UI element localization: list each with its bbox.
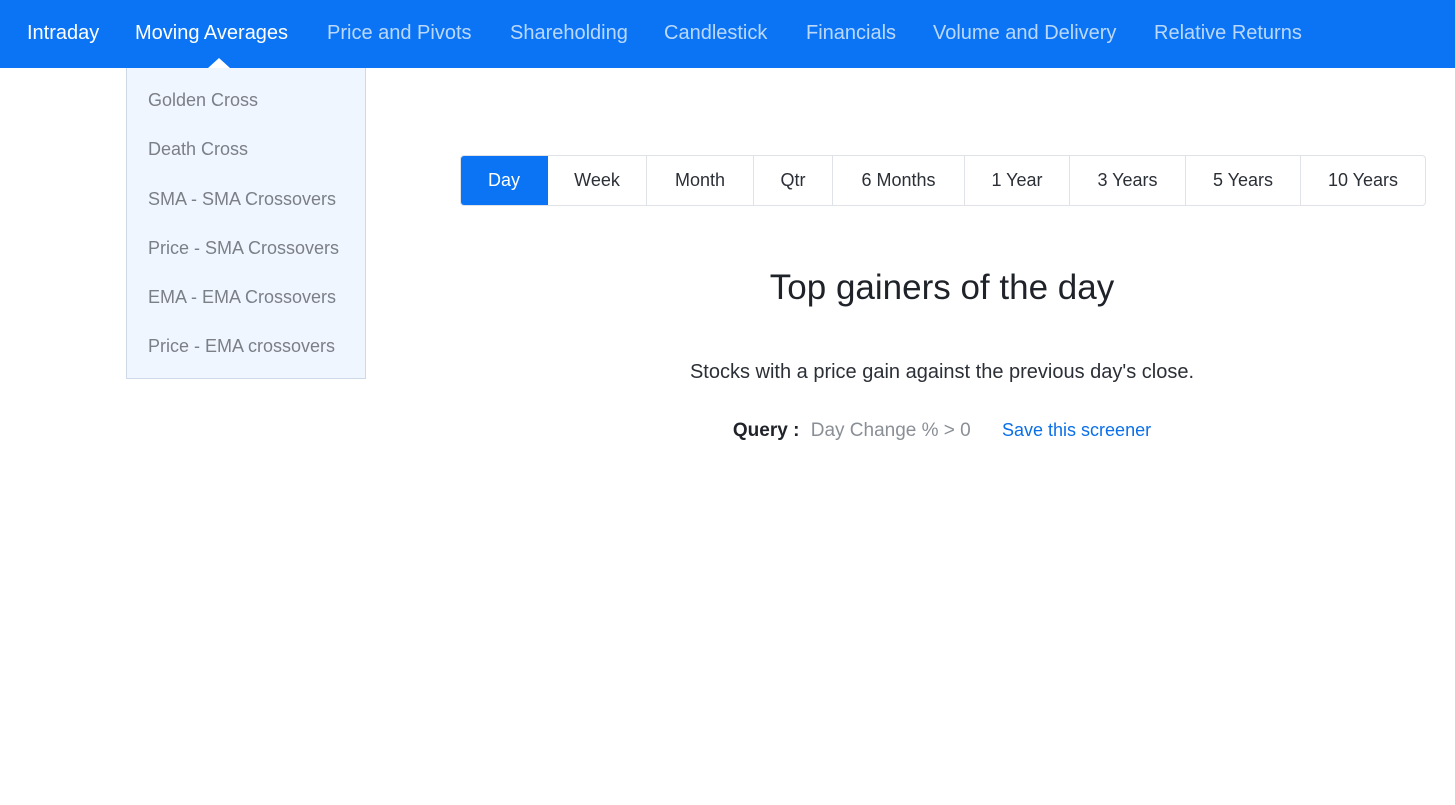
nav-item-relative-returns[interactable]: Relative Returns: [1154, 0, 1302, 68]
save-screener-link[interactable]: Save this screener: [1002, 420, 1151, 440]
dropdown-item-ema-ema-crossovers[interactable]: EMA - EMA Crossovers: [148, 287, 336, 308]
query-label: Query :: [732, 420, 800, 441]
nav-item-price-and-pivots[interactable]: Price and Pivots: [327, 0, 472, 68]
period-button-qtr[interactable]: Qtr: [754, 156, 833, 205]
dropdown-item-golden-cross[interactable]: Golden Cross: [148, 90, 258, 111]
period-button-week[interactable]: Week: [548, 156, 647, 205]
query-row: Query : Day Change % > 0 Save this scree…: [460, 420, 1424, 442]
nav-item-volume-and-delivery[interactable]: Volume and Delivery: [933, 0, 1116, 68]
period-button-day[interactable]: Day: [461, 156, 548, 205]
dropdown-item-death-cross[interactable]: Death Cross: [148, 139, 248, 160]
period-button-10-years[interactable]: 10 Years: [1301, 156, 1425, 205]
period-button-1-year[interactable]: 1 Year: [965, 156, 1070, 205]
nav-item-candlestick[interactable]: Candlestick: [664, 0, 767, 68]
query-value: Day Change % > 0: [810, 420, 971, 441]
dropdown-item-sma-sma-crossovers[interactable]: SMA - SMA Crossovers: [148, 189, 336, 210]
dropdown-item-price-ema-crossovers[interactable]: Price - EMA crossovers: [148, 336, 335, 357]
period-button-month[interactable]: Month: [647, 156, 754, 205]
screener-description: Stocks with a price gain against the pre…: [689, 361, 1195, 383]
moving-averages-dropdown: Golden Cross Death Cross SMA - SMA Cross…: [126, 68, 366, 379]
nav-item-intraday[interactable]: Intraday: [27, 0, 99, 68]
top-navigation-bar: Intraday Moving Averages Price and Pivot…: [0, 0, 1455, 68]
page-title: Top gainers of the day: [769, 268, 1115, 307]
period-button-3-years[interactable]: 3 Years: [1070, 156, 1186, 205]
nav-item-shareholding[interactable]: Shareholding: [510, 0, 628, 68]
active-nav-caret-icon: [208, 58, 230, 68]
period-selector: Day Week Month Qtr 6 Months 1 Year 3 Yea…: [460, 155, 1426, 206]
period-button-6-months[interactable]: 6 Months: [833, 156, 965, 205]
dropdown-item-price-sma-crossovers[interactable]: Price - SMA Crossovers: [148, 238, 339, 259]
period-button-5-years[interactable]: 5 Years: [1186, 156, 1301, 205]
nav-item-financials[interactable]: Financials: [806, 0, 896, 68]
